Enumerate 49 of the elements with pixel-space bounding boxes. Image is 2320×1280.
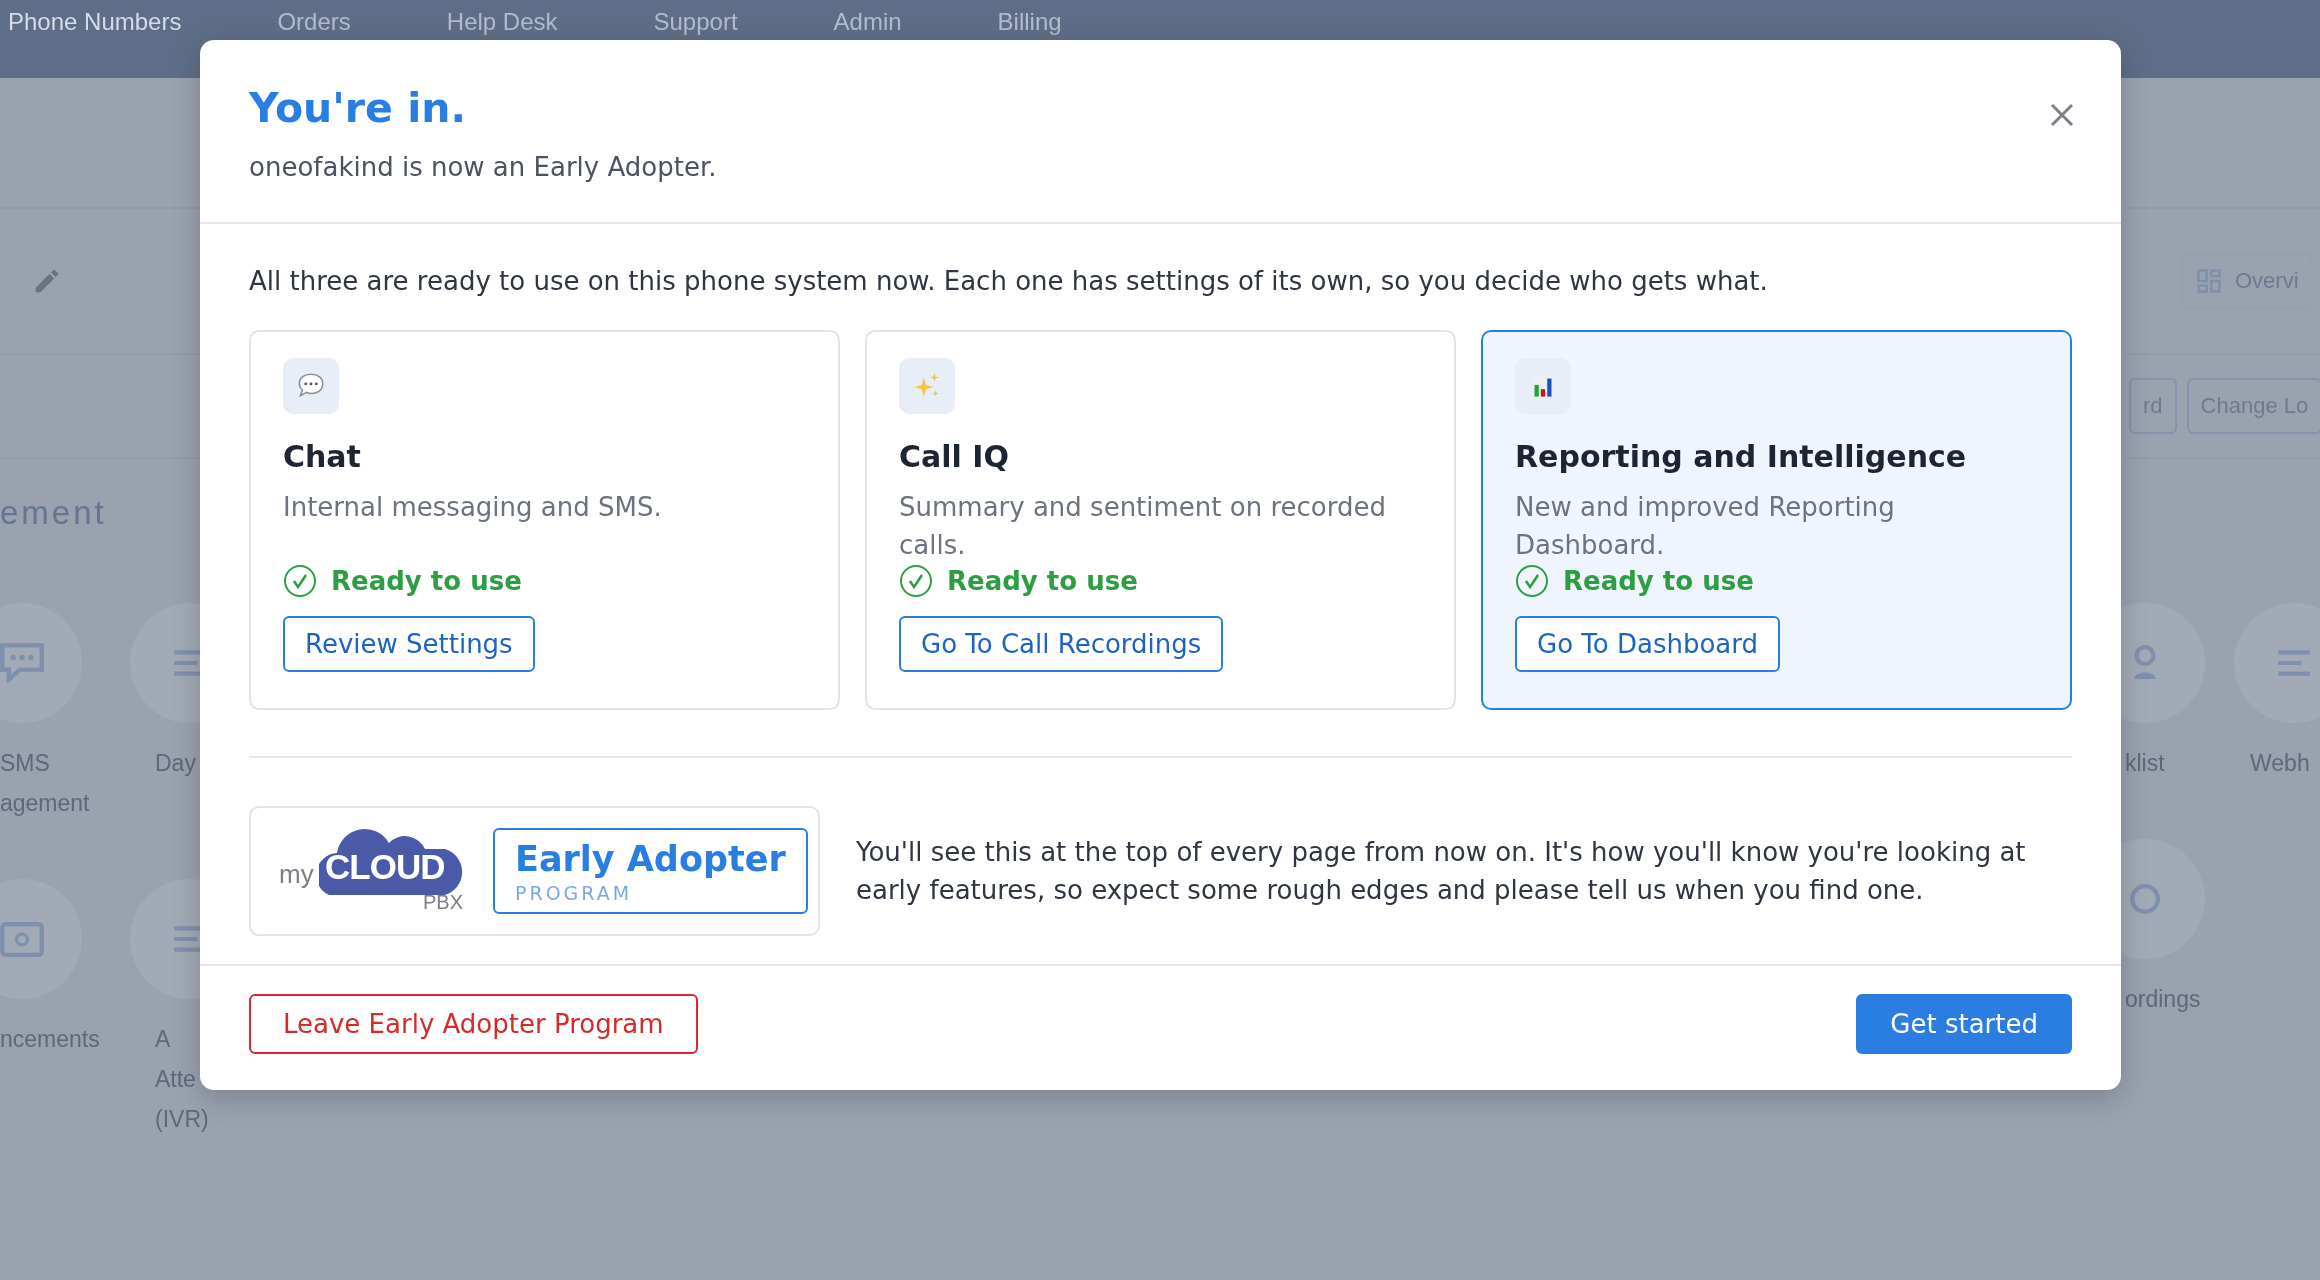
status-text: Ready to use	[331, 566, 522, 596]
tile-label: ordings	[2125, 985, 2201, 1014]
close-icon[interactable]	[2049, 102, 2075, 128]
check-circle-icon	[1515, 564, 1549, 598]
feature-title: Chat	[283, 438, 362, 476]
feature-card[interactable]: Chat Internal messaging and SMS. Ready to use Review Settings	[249, 330, 840, 710]
action-button[interactable]: Go To Call Recordings	[899, 616, 1224, 672]
nav-item[interactable]: Help Desk	[446, 10, 558, 34]
tile-label: Webh	[2250, 749, 2310, 778]
status-text: Ready to use	[947, 566, 1138, 596]
nav-item[interactable]: Phone Numbers	[8, 10, 182, 34]
dialog-subtitle: oneofakind is now an Early Adopter.	[249, 151, 718, 184]
nav-item[interactable]: Billing	[997, 10, 1062, 34]
list-icon	[2276, 650, 2312, 676]
get-started-button[interactable]: Get started	[1856, 994, 2072, 1054]
tile-label: ncements	[0, 1025, 100, 1054]
leave-program-button[interactable]: Leave Early Adopter Program	[249, 994, 698, 1054]
logo-text: CLOUD	[325, 847, 445, 887]
feature-description: New and improved Reporting Dashboard.	[1515, 491, 1896, 562]
radio-icon	[0, 921, 44, 957]
check-circle-icon	[899, 564, 933, 598]
feature-title: Call IQ	[899, 438, 1010, 476]
status-text: Ready to use	[1563, 566, 1754, 596]
feature-description: Internal messaging and SMS.	[283, 491, 663, 524]
intro-text: All three are ready to use on this phone system now. Each one has settings of its own, so you decide who gets what.	[249, 265, 1769, 298]
feature-description: Summary and sentiment on recorded calls.	[899, 491, 1387, 562]
logo-text: PBX	[422, 891, 463, 914]
tile-label: A Atte (IVR)	[155, 1025, 209, 1134]
badge-note: You'll see this at the top of every page from now on. It's how you'll know you're looking at early features, so expect some rough edges and please tell us when you find one.	[856, 836, 2027, 907]
tile-label: klist	[2125, 749, 2165, 778]
feature-card[interactable]: Call IQ Summary and sentiment on recorded calls. Ready to use Go To Call Recordings	[865, 330, 1456, 710]
nav-item[interactable]: Support	[653, 10, 738, 34]
label-title: Early Adopter	[515, 838, 786, 880]
action-button[interactable]: Review Settings	[283, 616, 535, 672]
grid-icon	[2195, 267, 2223, 295]
label-subtitle: PROGRAM	[515, 881, 634, 906]
logo-text: my	[279, 859, 314, 890]
nav-item[interactable]: Orders	[277, 10, 351, 34]
action-button[interactable]: Go To Dashboard	[1515, 616, 1780, 672]
feature-title: Reporting and Intelligence	[1515, 438, 1968, 476]
check-circle-icon	[283, 564, 317, 598]
nav-item[interactable]: Admin	[833, 10, 902, 34]
chat-icon	[0, 643, 44, 683]
feature-card[interactable]: Reporting and Intelligence New and improved Reporting Dashboard. Ready to use Go To Dashboard	[1481, 330, 2072, 710]
tile-label: Day	[155, 749, 196, 778]
dialog-title: You're in.	[249, 83, 466, 134]
person-icon	[2132, 645, 2158, 681]
circle-icon	[2130, 884, 2160, 914]
tile-label: SMS agement	[0, 749, 90, 818]
